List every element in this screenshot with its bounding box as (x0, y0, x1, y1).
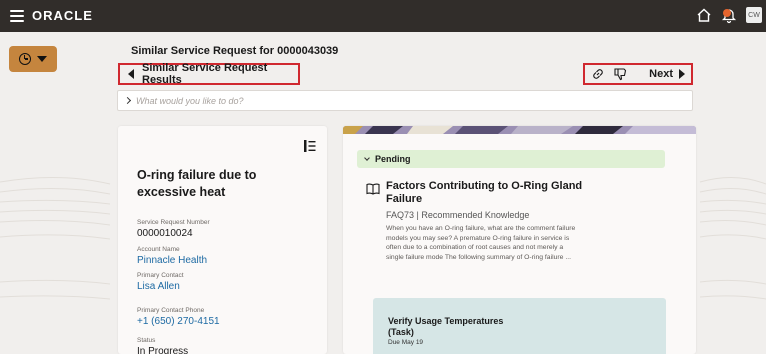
pending-section-toggle[interactable]: Pending (357, 150, 665, 168)
field-label: Primary Contact Phone (137, 307, 205, 314)
service-request-card: O-ring failure due to excessive heat Ser… (118, 126, 327, 354)
header-actions: CW (696, 6, 762, 24)
home-icon[interactable] (696, 7, 712, 23)
pending-label: Pending (375, 154, 411, 164)
top-bar: ORACLE CW (0, 0, 766, 32)
task-title: Verify Usage Temperatures (Task) (388, 316, 504, 337)
field-sr-number: Service Request Number 0000010024 (137, 218, 210, 240)
related-items-card: Pending Factors Contributing to O-Ring G… (343, 126, 696, 354)
back-arrow-icon (128, 69, 134, 79)
article-summary: When you have an O-ring failure, what ar… (386, 225, 576, 261)
account-link[interactable]: Pinnacle Health (137, 254, 207, 267)
back-label: Similar Service Request Results (142, 62, 268, 86)
notifications-bell-icon[interactable] (720, 6, 738, 24)
notification-badge (723, 9, 731, 17)
oracle-logo: ORACLE (32, 8, 93, 23)
recent-items-button[interactable] (9, 46, 57, 72)
service-request-title: O-ring failure due to excessive heat (137, 168, 257, 199)
book-icon (366, 183, 380, 195)
thumbs-down-icon[interactable] (613, 67, 627, 81)
task-due-date: Due May 19 (388, 339, 424, 346)
field-primary-contact: Primary Contact Lisa Allen (137, 271, 184, 293)
next-label: Next (649, 68, 673, 80)
next-arrow-icon (679, 69, 685, 79)
back-to-results-button[interactable]: Similar Service Request Results (118, 62, 300, 86)
decorative-banner (343, 126, 696, 134)
list-view-icon[interactable] (303, 139, 317, 153)
field-label: Service Request Number (137, 219, 210, 226)
field-label: Status (137, 337, 156, 344)
article-title-link[interactable]: Factors Contributing to O-Ring Gland Fai… (386, 180, 586, 206)
result-actions: Next (583, 63, 693, 85)
ask-input[interactable] (136, 95, 676, 106)
field-label: Primary Contact (137, 272, 184, 279)
field-account-name: Account Name Pinnacle Health (137, 245, 207, 267)
ask-oracle-bar (117, 90, 693, 111)
next-button[interactable]: Next (649, 68, 685, 80)
link-icon[interactable] (591, 67, 605, 81)
chevron-down-icon (364, 155, 370, 161)
contact-link[interactable]: Lisa Allen (137, 280, 184, 293)
field-primary-contact-phone: Primary Contact Phone +1 (650) 270-4151 (137, 306, 220, 328)
field-label: Account Name (137, 246, 180, 253)
avatar[interactable]: CW (746, 7, 762, 23)
caret-down-icon (37, 56, 47, 62)
phone-link[interactable]: +1 (650) 270-4151 (137, 315, 220, 328)
menu-icon[interactable] (10, 10, 24, 22)
field-status: Status In Progress (137, 336, 188, 354)
clock-icon (19, 53, 31, 65)
task-card[interactable]: Verify Usage Temperatures (Task) Due May… (373, 298, 666, 354)
page-title: Similar Service Request for 0000043039 (131, 45, 339, 57)
article-meta: FAQ73 | Recommended Knowledge (386, 210, 530, 220)
status-value: In Progress (137, 346, 189, 354)
field-value: 0000010024 (137, 228, 193, 239)
chevron-right-icon (123, 96, 132, 105)
